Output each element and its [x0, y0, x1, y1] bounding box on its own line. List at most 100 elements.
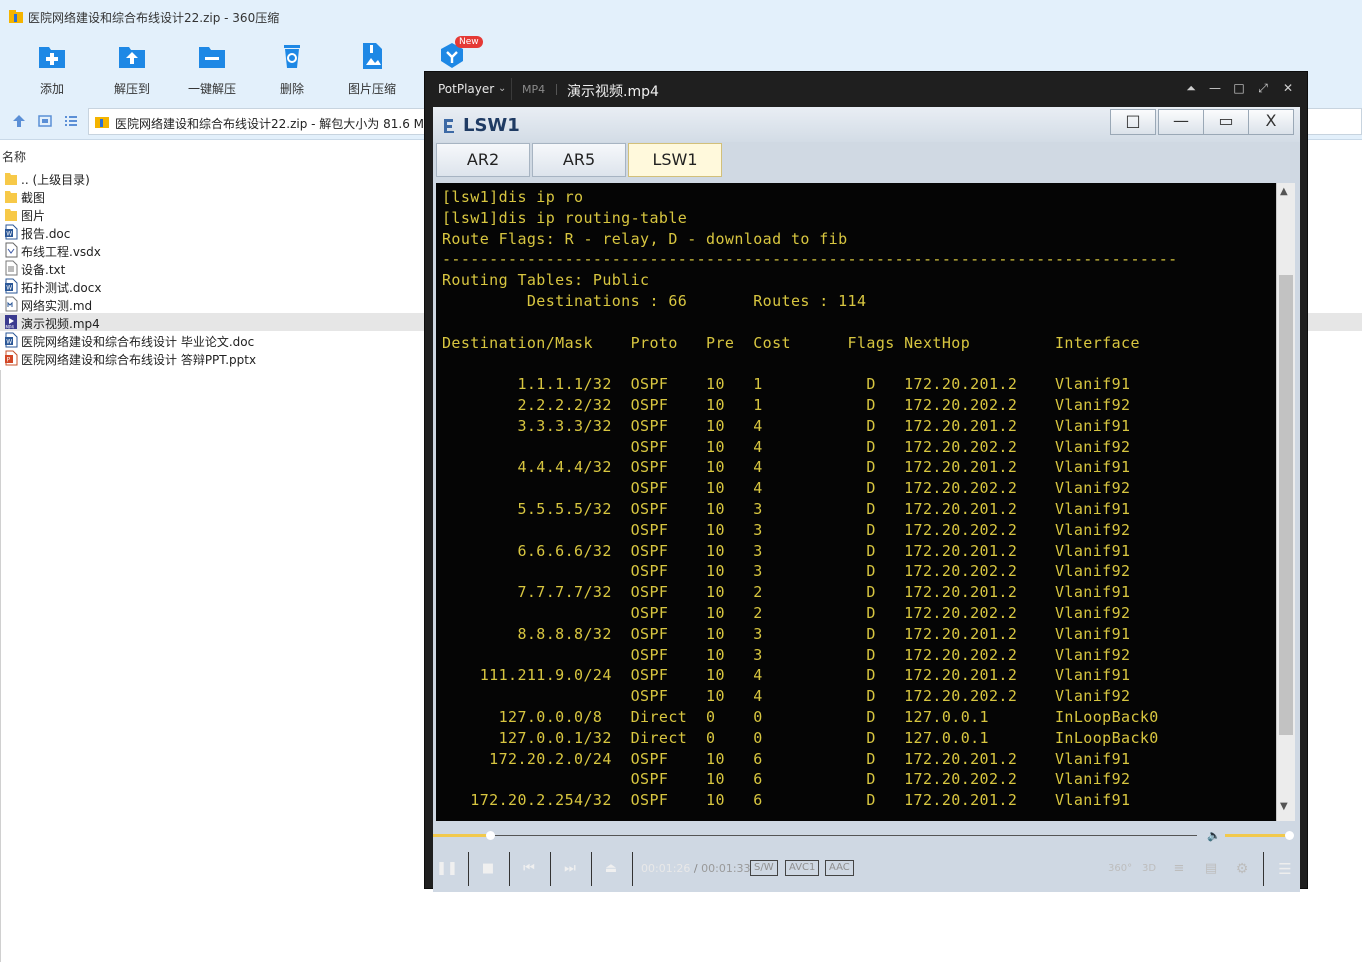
tab-lsw1[interactable]: LSW1 [628, 143, 722, 177]
minimize-icon[interactable]: — [1207, 80, 1223, 96]
previous-icon[interactable]: ⏮ [515, 856, 543, 882]
seek-bar[interactable] [433, 826, 1201, 846]
extract-to-icon [119, 47, 145, 68]
video-codec-badge[interactable]: AVC1 [785, 860, 820, 876]
device-tabs: AR2 AR5 LSW1 [433, 142, 1300, 180]
path-text: 医院网络建设和综合布线设计22.zip - 解包大小为 81.6 MB [115, 117, 433, 131]
visio-file-icon [4, 242, 18, 258]
3d-icon[interactable]: 3D [1139, 860, 1159, 878]
eject-icon[interactable]: ⏏ [597, 856, 625, 882]
file-name: .. (上级目录) [21, 173, 90, 187]
playlist-search-icon[interactable]: ≡ [1169, 860, 1189, 878]
image-compress-button[interactable]: 图片压缩 [337, 38, 407, 98]
restore-icon[interactable]: □ [1110, 109, 1156, 135]
fullscreen-icon[interactable]: ⤢ [1255, 80, 1271, 96]
playback-controls: ❚❚ ■ ⏮ ⏭ ⏏ 00:01:26 / 00:01:33 S/W AVC1 … [425, 850, 1307, 888]
divider [556, 84, 557, 95]
time-current: 00:01:26 [641, 862, 691, 875]
file-name: 图片 [21, 209, 46, 223]
svg-text:W: W [6, 285, 12, 292]
potplayer-titlebar[interactable]: PotPlayer ⌄ MP4 演示视频.mp4 ⏶ — □ ⤢ ✕ [425, 72, 1307, 106]
file-name: 医院网络建设和综合布线设计 答辩PPT.pptx [21, 353, 257, 367]
folder-icon [4, 188, 18, 204]
volume-handle[interactable] [1285, 831, 1295, 840]
word-doc-icon: W [4, 278, 18, 294]
terminal-scrollbar[interactable]: ▲ ▼ [1276, 183, 1295, 821]
folder-icon [4, 170, 18, 186]
chapter-icon[interactable]: ▤ [1201, 860, 1221, 878]
menu-icon[interactable]: ☰ [1275, 860, 1295, 878]
file-name: 截图 [21, 191, 46, 205]
svg-text:W: W [6, 339, 12, 346]
seek-handle[interactable] [486, 831, 496, 840]
delete-button[interactable]: 删除 [257, 38, 327, 98]
terminal-output[interactable]: [lsw1]dis ip ro [lsw1]dis ip routing-tab… [436, 183, 1276, 821]
extract-to-button[interactable]: 解压到 [97, 38, 167, 98]
scroll-thumb[interactable] [1279, 275, 1293, 735]
maximize-icon[interactable]: ▭ [1203, 109, 1249, 135]
view-list-icon[interactable] [64, 114, 78, 128]
svg-text:P: P [7, 357, 11, 364]
next-icon[interactable]: ⏭ [556, 856, 584, 882]
view-thumbnail-icon[interactable] [38, 114, 52, 128]
video-file-icon: MP4 [4, 314, 18, 330]
file-name: 报告.doc [21, 227, 71, 241]
divider [632, 852, 633, 886]
video-frame[interactable]: LSW1 □ — ▭ X AR2 AR5 LSW1 [lsw1]dis ip r… [433, 107, 1300, 892]
video-filename: 演示视频.mp4 [567, 84, 659, 100]
divider [468, 852, 469, 886]
potplayer-window: PotPlayer ⌄ MP4 演示视频.mp4 ⏶ — □ ⤢ ✕ LSW1 … [424, 71, 1308, 892]
up-arrow-icon[interactable] [12, 114, 26, 128]
close-icon[interactable]: X [1248, 109, 1294, 135]
zip-archive-icon [9, 10, 23, 23]
file-name: 医院网络建设和综合布线设计 毕业论文.doc [21, 335, 255, 349]
file-name: 设备.txt [21, 263, 66, 277]
tab-ar5[interactable]: AR5 [532, 143, 626, 177]
tab-ar2[interactable]: AR2 [436, 143, 530, 177]
terminal-text: [lsw1]dis ip ro [lsw1]dis ip routing-tab… [442, 188, 1178, 810]
pause-icon[interactable]: ❚❚ [433, 856, 461, 882]
ensp-app-icon [444, 119, 454, 133]
decoder-badge[interactable]: S/W [750, 860, 778, 876]
file-name: 演示视频.mp4 [21, 317, 100, 331]
time-total: 00:01:33 [701, 862, 751, 875]
lsw-window-title: LSW1 [463, 115, 520, 136]
chevron-down-icon[interactable]: ⌄ [498, 83, 506, 94]
volume-slider[interactable]: 🔈 [1207, 826, 1297, 846]
scroll-down-icon[interactable]: ▼ [1280, 801, 1288, 812]
scroll-up-icon[interactable]: ▲ [1280, 186, 1288, 197]
close-icon[interactable]: ✕ [1280, 80, 1296, 96]
word-doc-icon: W [4, 332, 18, 348]
zip-archive-icon [95, 117, 109, 128]
pin-icon[interactable]: ⏶ [1183, 80, 1199, 96]
maximize-icon[interactable]: □ [1231, 80, 1247, 96]
potplayer-menu[interactable]: PotPlayer [438, 82, 494, 96]
ppt-file-icon: P [4, 350, 18, 366]
markdown-file-icon [4, 296, 18, 312]
speaker-icon[interactable]: 🔈 [1207, 829, 1221, 842]
vr-360-icon[interactable]: 360° [1108, 860, 1132, 878]
svg-text:MP4: MP4 [6, 325, 15, 330]
add-button[interactable]: 添加 [17, 38, 87, 98]
delete-icon [284, 45, 300, 68]
stop-icon[interactable]: ■ [474, 856, 502, 882]
folder-icon [4, 206, 18, 222]
one-click-extract-button[interactable]: 一键解压 [177, 38, 247, 98]
add-icon [39, 47, 65, 68]
text-file-icon [4, 260, 18, 276]
audio-codec-badge[interactable]: AAC [825, 860, 854, 876]
svg-text:W: W [6, 231, 12, 238]
word-doc-icon: W [4, 224, 18, 240]
seek-progress [433, 834, 491, 837]
image-compress-icon [363, 43, 382, 69]
minimize-icon[interactable]: — [1158, 109, 1204, 135]
divider [550, 852, 551, 886]
new-badge: New [455, 36, 483, 48]
settings-gear-icon[interactable]: ⚙ [1232, 860, 1252, 878]
divider [509, 852, 510, 886]
time-separator: / [693, 862, 698, 875]
archiver-titlebar: 医院网络建设和综合布线设计22.zip - 360压缩 [0, 0, 1362, 34]
divider [0, 370, 1, 962]
divider [511, 78, 512, 100]
one-click-extract-icon [199, 47, 225, 68]
